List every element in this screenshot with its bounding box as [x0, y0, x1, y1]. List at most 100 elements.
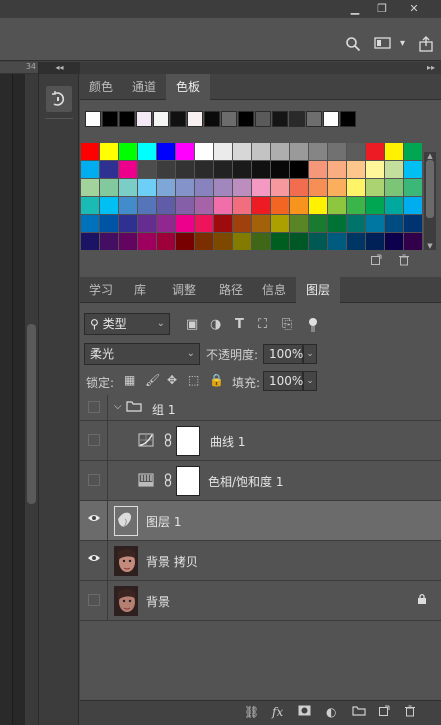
tab-info[interactable]: 信息 — [252, 277, 296, 303]
recent-swatch[interactable] — [170, 111, 186, 127]
color-swatch[interactable] — [309, 233, 327, 250]
blend-mode-dropdown[interactable]: 柔光 ⌄ — [84, 343, 200, 365]
recent-swatch[interactable] — [238, 111, 254, 127]
color-swatch[interactable] — [347, 215, 365, 232]
document-scrollbar[interactable] — [25, 74, 38, 725]
eye-icon[interactable] — [87, 552, 101, 566]
color-swatch[interactable] — [138, 179, 156, 196]
fill-input[interactable]: 100% — [263, 371, 303, 391]
color-swatch[interactable] — [176, 143, 194, 160]
color-swatch[interactable] — [195, 161, 213, 178]
recent-swatch[interactable] — [272, 111, 288, 127]
layer-name[interactable]: 组 1 — [152, 401, 175, 418]
workspace-dropdown-icon[interactable]: ▾ — [400, 38, 405, 49]
layer-row-huesat[interactable]: 色相/饱和度 1 — [80, 461, 441, 501]
color-swatch[interactable] — [138, 143, 156, 160]
recent-swatch[interactable] — [153, 111, 169, 127]
color-swatch[interactable] — [157, 161, 175, 178]
chevron-down-icon[interactable]: ⌵ — [114, 401, 122, 412]
opacity-slider-toggle[interactable]: ⌄ — [303, 344, 317, 364]
color-swatch[interactable] — [233, 197, 251, 214]
color-swatch[interactable] — [347, 161, 365, 178]
layer-thumbnail[interactable] — [114, 546, 138, 576]
color-swatch[interactable] — [157, 179, 175, 196]
color-swatch[interactable] — [233, 143, 251, 160]
eye-icon[interactable] — [87, 512, 101, 526]
color-swatch[interactable] — [328, 233, 346, 250]
link-icon[interactable] — [164, 473, 172, 490]
color-swatch[interactable] — [214, 143, 232, 160]
color-swatch[interactable] — [176, 161, 194, 178]
color-swatch[interactable] — [119, 143, 137, 160]
color-swatch[interactable] — [81, 197, 99, 214]
color-swatch[interactable] — [271, 161, 289, 178]
layer-row-background[interactable]: 背景 — [80, 581, 441, 621]
color-swatch[interactable] — [214, 197, 232, 214]
new-swatch-icon[interactable] — [370, 254, 382, 269]
color-swatch[interactable] — [252, 161, 270, 178]
tab-channels[interactable]: 通道 — [122, 74, 166, 100]
share-icon[interactable] — [418, 36, 434, 56]
color-swatch[interactable] — [290, 215, 308, 232]
color-swatch[interactable] — [271, 143, 289, 160]
color-swatch[interactable] — [271, 215, 289, 232]
recent-swatch[interactable] — [204, 111, 220, 127]
color-swatch[interactable] — [157, 143, 175, 160]
layer-name[interactable]: 背景 — [146, 593, 170, 610]
color-swatch[interactable] — [252, 215, 270, 232]
color-swatch[interactable] — [385, 179, 403, 196]
color-swatch[interactable] — [195, 143, 213, 160]
fx-icon[interactable]: fx — [272, 705, 283, 719]
color-swatch[interactable] — [157, 215, 175, 232]
color-swatch[interactable] — [195, 197, 213, 214]
layer-name[interactable]: 曲线 1 — [210, 433, 245, 450]
color-swatch[interactable] — [366, 179, 384, 196]
visibility-toggle[interactable] — [80, 421, 108, 461]
color-swatch[interactable] — [157, 197, 175, 214]
color-swatch[interactable] — [404, 197, 422, 214]
color-swatch[interactable] — [366, 197, 384, 214]
color-swatch[interactable] — [176, 179, 194, 196]
fill-slider-toggle[interactable]: ⌄ — [303, 371, 317, 391]
recent-swatch[interactable] — [85, 111, 101, 127]
color-swatch[interactable] — [290, 161, 308, 178]
tab-paths[interactable]: 路径 — [210, 277, 252, 303]
adjustment-layer-icon[interactable]: ◐ — [326, 705, 336, 719]
collapse-tools-icon[interactable]: ◂◂ — [39, 62, 80, 74]
color-swatch[interactable] — [347, 179, 365, 196]
lock-position-icon[interactable]: ✥ — [167, 373, 177, 387]
color-swatch[interactable] — [290, 197, 308, 214]
color-swatch[interactable] — [252, 179, 270, 196]
recent-swatch[interactable] — [323, 111, 339, 127]
color-swatch[interactable] — [271, 179, 289, 196]
layer-row-layer1[interactable]: 图层 1 — [80, 501, 441, 541]
visibility-toggle[interactable] — [80, 461, 108, 501]
color-swatch[interactable] — [385, 161, 403, 178]
color-swatch[interactable] — [233, 233, 251, 250]
color-swatch[interactable] — [328, 161, 346, 178]
color-swatch[interactable] — [81, 215, 99, 232]
color-swatch[interactable] — [138, 233, 156, 250]
color-swatch[interactable] — [119, 161, 137, 178]
visibility-toggle[interactable] — [80, 541, 108, 581]
color-swatch[interactable] — [214, 161, 232, 178]
color-swatch[interactable] — [366, 143, 384, 160]
color-swatch[interactable] — [119, 197, 137, 214]
color-swatch[interactable] — [385, 215, 403, 232]
color-swatch[interactable] — [328, 143, 346, 160]
color-swatch[interactable] — [385, 233, 403, 250]
color-swatch[interactable] — [252, 143, 270, 160]
lock-all-icon[interactable]: 🔒 — [209, 373, 224, 387]
swatch-scrollbar[interactable]: ▲ ▼ — [424, 152, 436, 250]
smart-object-filter-icon[interactable]: ⎘ — [282, 317, 292, 332]
color-swatch[interactable] — [404, 161, 422, 178]
color-swatch[interactable] — [328, 179, 346, 196]
new-layer-icon[interactable] — [378, 705, 390, 720]
color-swatch[interactable] — [233, 215, 251, 232]
layer-name[interactable]: 背景 拷贝 — [146, 553, 198, 570]
layer-row-group[interactable]: ⌵ 组 1 — [80, 395, 441, 421]
color-swatch[interactable] — [385, 143, 403, 160]
recent-swatch[interactable] — [306, 111, 322, 127]
color-swatch[interactable] — [404, 233, 422, 250]
color-swatch[interactable] — [404, 143, 422, 160]
